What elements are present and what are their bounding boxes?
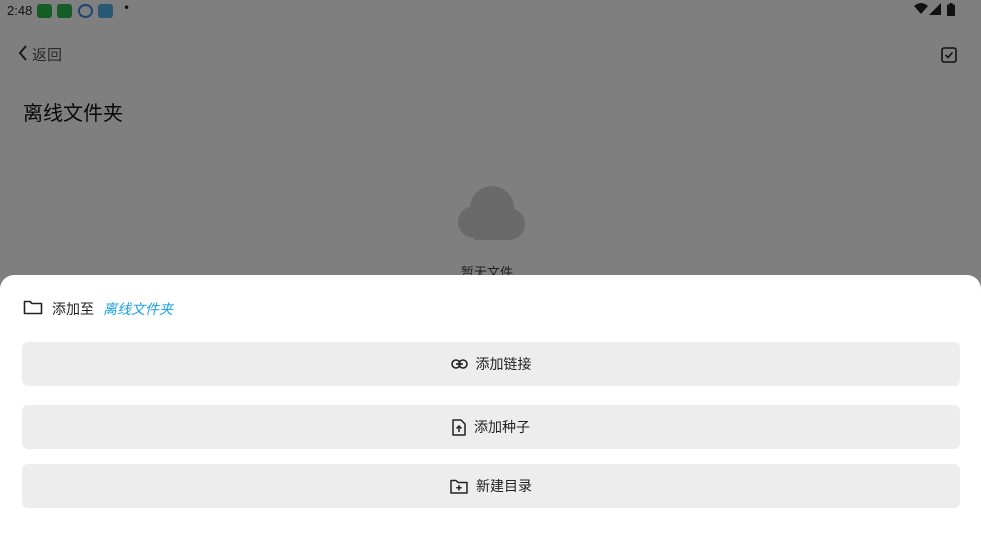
file-upload-icon bbox=[452, 418, 466, 436]
add-torrent-button[interactable]: 添加种子 bbox=[22, 405, 960, 449]
link-icon bbox=[450, 359, 468, 369]
bottom-sheet: 添加至 离线文件夹 添加链接 添加种子 新建目录 bbox=[0, 275, 981, 552]
add-link-button[interactable]: 添加链接 bbox=[22, 342, 960, 386]
add-link-label: 添加链接 bbox=[475, 357, 532, 373]
folder-add-icon bbox=[450, 479, 468, 494]
folder-icon bbox=[23, 299, 43, 319]
add-to-label: 添加至 bbox=[52, 302, 94, 318]
new-folder-button[interactable]: 新建目录 bbox=[22, 464, 960, 508]
new-folder-label: 新建目录 bbox=[476, 479, 532, 495]
add-torrent-label: 添加种子 bbox=[474, 420, 530, 436]
target-folder-link[interactable]: 离线文件夹 bbox=[103, 299, 173, 319]
add-to-row: 添加至 离线文件夹 bbox=[23, 299, 173, 319]
